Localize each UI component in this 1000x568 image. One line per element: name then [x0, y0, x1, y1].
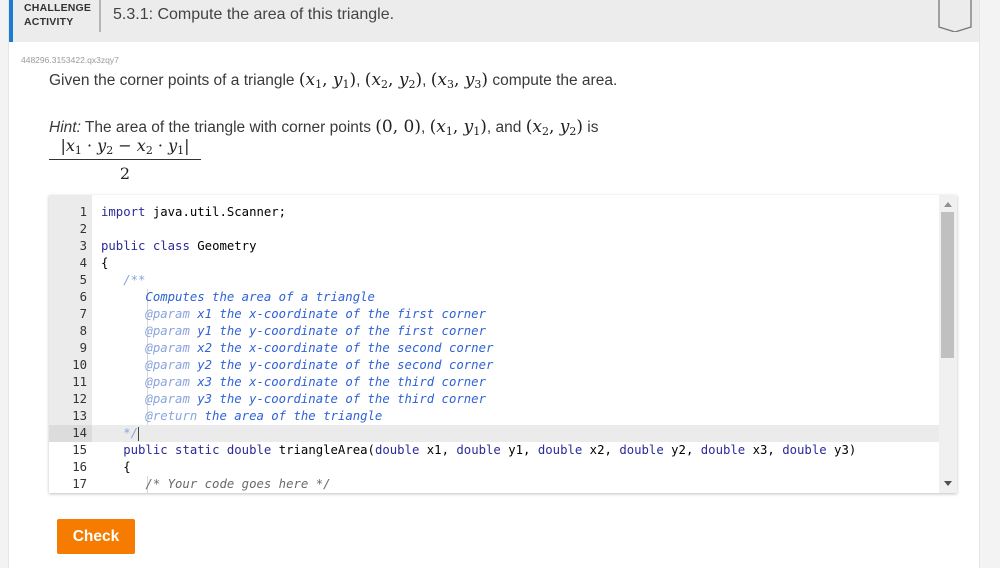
line-number: 5: [79, 273, 87, 287]
hint-text: Hint: The area of the triangle with corn…: [49, 117, 599, 138]
code-line[interactable]: 5 /**: [49, 272, 939, 289]
code-lines[interactable]: 1 import java.util.Scanner; 2 3 public class…: [49, 204, 939, 493]
code-text: /* Your code goes here */: [101, 477, 331, 491]
code-line[interactable]: 8 @param y1 the y-coordinate of the firs…: [49, 323, 939, 340]
activity-kind-label: CHALLENGE ACTIVITY: [24, 1, 94, 29]
code-editor[interactable]: 1 import java.util.Scanner; 2 3 public class…: [49, 195, 957, 493]
hint-point-2: (x2, y2): [525, 117, 583, 138]
line-number: 13: [72, 409, 87, 423]
code-text: @param y1 the y-coordinate of the first …: [145, 324, 486, 338]
problem-statement: Given the corner points of a triangle (x…: [49, 70, 618, 91]
code-line[interactable]: 2: [49, 221, 939, 238]
line-number: 8: [79, 324, 87, 338]
bookmark-icon[interactable]: [938, 0, 972, 32]
line-number: 14: [49, 425, 92, 442]
code-text: /**: [101, 273, 146, 287]
activity-kind-line2: ACTIVITY: [24, 16, 74, 28]
code-line[interactable]: 1 import java.util.Scanner;: [49, 204, 939, 221]
scroll-up-arrow-icon[interactable]: [944, 202, 952, 207]
code-text: @param x2 the x-coordinate of the second…: [145, 341, 494, 355]
text-cursor: [138, 426, 140, 441]
code-line[interactable]: 9 @param x2 the x-coordinate of the seco…: [49, 340, 939, 357]
line-number: 9: [79, 341, 87, 355]
activity-header: CHALLENGE ACTIVITY 5.3.1: Compute the ar…: [9, 0, 979, 42]
line-number: 3: [79, 239, 87, 253]
check-button[interactable]: Check: [57, 519, 135, 554]
code-text: @param x1 the x-coordinate of the first …: [145, 307, 486, 321]
code-text: @param x3 the x-coordinate of the third …: [145, 375, 486, 389]
code-line[interactable]: 13 @return the area of the triangle: [49, 408, 939, 425]
code-line[interactable]: 4{: [49, 255, 939, 272]
line-number: 1: [79, 205, 87, 219]
line-number: 16: [72, 460, 87, 474]
code-line[interactable]: 3 public class Geometry: [49, 238, 939, 255]
code-text: import java.util.Scanner;: [101, 205, 287, 219]
code-line[interactable]: 15 public static double triangleArea(dou…: [49, 442, 939, 459]
hint-origin-point: (0, 0): [375, 117, 421, 137]
hint-point-1: (x1, y1): [429, 117, 487, 138]
scroll-thumb[interactable]: [941, 212, 954, 358]
line-number: 6: [79, 290, 87, 304]
header-divider: [99, 0, 101, 32]
point-1: (x1, y1): [298, 70, 357, 91]
hint-label: Hint:: [49, 119, 81, 136]
activity-kind-line1: CHALLENGE: [24, 2, 92, 14]
hint-is: is: [583, 119, 599, 136]
code-line[interactable]: 16 {: [49, 459, 939, 476]
hint-and: and: [491, 119, 526, 136]
code-line[interactable]: 6 Computes the area of a triangle: [49, 289, 939, 306]
line-number: 15: [72, 443, 87, 457]
code-text: */: [101, 426, 140, 441]
code-text: {: [101, 460, 131, 474]
line-number: 2: [79, 222, 87, 236]
line-number: 17: [72, 477, 87, 491]
code-text: {: [101, 256, 109, 270]
code-line[interactable]: 7 @param x1 the x-coordinate of the firs…: [49, 306, 939, 323]
line-number: 12: [72, 392, 87, 406]
code-text: public static double triangleArea(double…: [123, 443, 857, 457]
code-line[interactable]: 14 */: [49, 425, 939, 442]
activity-id: 448296.3153422.qx3zqy7: [21, 55, 119, 65]
code-text: Computes the area of a triangle: [101, 290, 375, 304]
code-line[interactable]: 12 @param y3 the y-coordinate of the thi…: [49, 391, 939, 408]
line-number: 11: [72, 375, 87, 389]
code-line[interactable]: 11 @param x3 the x-coordinate of the thi…: [49, 374, 939, 391]
editor-scrollbar[interactable]: [939, 195, 957, 493]
code-text: @param y3 the y-coordinate of the third …: [145, 392, 486, 406]
point-2: (x2, y2): [364, 70, 423, 91]
line-number: 7: [79, 307, 87, 321]
line-number: 4: [79, 256, 87, 270]
activity-title: 5.3.1: Compute the area of this triangle…: [113, 6, 395, 23]
point-3: (x3, y3): [430, 70, 489, 91]
formula-denominator: 2: [119, 164, 131, 183]
code-text: @param y2 the y-coordinate of the second…: [145, 358, 494, 372]
area-formula: |x1 · y2 − x2 · y1| 2: [49, 136, 201, 183]
line-number: 10: [72, 358, 87, 372]
header-accent-bar: [9, 0, 13, 42]
code-text: public class Geometry: [101, 239, 257, 253]
code-line[interactable]: 10 @param y2 the y-coordinate of the sec…: [49, 357, 939, 374]
code-text: @return the area of the triangle: [145, 409, 383, 423]
prompt-suffix: compute the area.: [488, 72, 618, 89]
code-line[interactable]: 17 /* Your code goes here */: [49, 476, 939, 493]
scroll-down-arrow-icon[interactable]: [944, 481, 952, 486]
challenge-activity-card: CHALLENGE ACTIVITY 5.3.1: Compute the ar…: [8, 0, 980, 568]
hint-text-before: The area of the triangle with corner poi…: [80, 119, 376, 136]
prompt-prefix: Given the corner points of a triangle: [49, 72, 299, 89]
formula-numerator: |x1 · y2 − x2 · y1|: [60, 136, 190, 157]
